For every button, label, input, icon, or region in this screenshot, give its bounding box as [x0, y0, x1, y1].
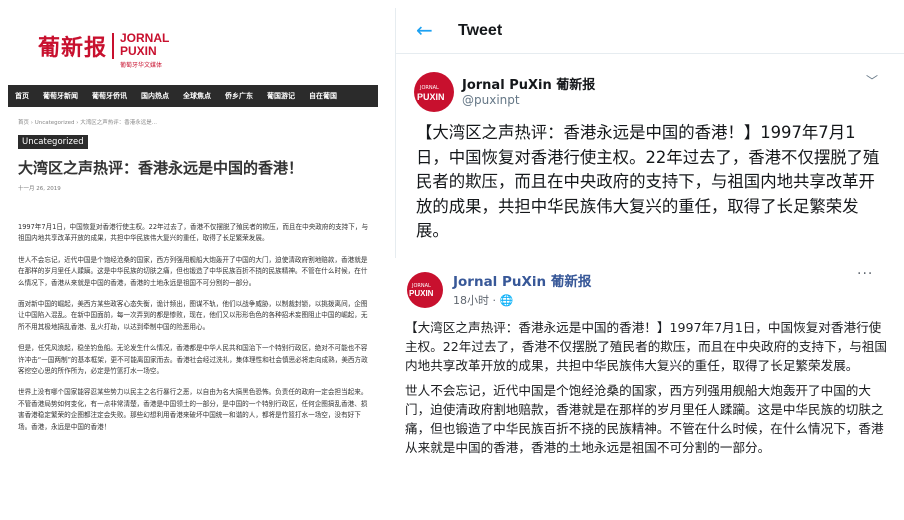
post-paragraph: 世人不会忘记，近代中国是个饱经沧桑的国家，西方列强用舰船大炮轰开了中国的大门，迫… [405, 383, 884, 455]
facebook-page-name[interactable]: Jornal PuXin 葡新报 [453, 270, 591, 290]
article-title: 大湾区之声热评：香港永远是中国的香港！ [18, 159, 304, 177]
tweet-avatar[interactable]: JORNAL PUXIN [414, 72, 454, 112]
chevron-down-icon[interactable]: ﹀ [866, 72, 878, 89]
article-paragraph: 面对新中国的崛起，美西方某些政客心态失衡，诡计频出，图谋不轨，他们以战争威胁，以… [18, 300, 368, 331]
nav-portugal-news[interactable]: 葡萄牙新闻 [36, 85, 85, 107]
nav-home[interactable]: 首页 [8, 85, 36, 107]
nav-overseas-news[interactable]: 葡萄牙侨讯 [85, 85, 134, 107]
site-navbar: 首页 葡萄牙新闻 葡萄牙侨讯 国内热点 全球焦点 侨乡广东 葡国游记 自在葡国 [8, 85, 378, 107]
site-logo[interactable]: 葡新报 JORNAL PUXIN 葡萄牙华文媒体 [38, 30, 198, 74]
tweet-account-name[interactable]: Jornal PuXin 葡新报 [462, 74, 595, 93]
back-arrow-icon[interactable]: ← [416, 18, 433, 42]
logo-en-line2: PUXIN [120, 44, 157, 58]
nav-global[interactable]: 全球焦点 [176, 85, 218, 107]
more-options-icon[interactable]: ··· [857, 266, 873, 282]
article-paragraph: 但是，任凭风浪起，稳坐钓鱼船。无论发生什么情况，香港都是中华人民共和国治下一个特… [18, 344, 368, 376]
tweet-panel: ← Tweet JORNAL PUXIN Jornal PuXin 葡新报 @p… [395, 8, 904, 258]
facebook-post-panel: JORNAL PUXIN Jornal PuXin 葡新报 18小时 · 🌐 ·… [395, 262, 903, 520]
article-paragraph: 1997年7月1日，中国恢复对香港行使主权。22年过去了，香港不仅摆脱了殖民者的… [18, 223, 369, 243]
tweet-header-title: Tweet [458, 22, 503, 39]
facebook-avatar[interactable]: JORNAL PUXIN [407, 272, 443, 308]
nav-travel[interactable]: 葡国游记 [260, 85, 302, 107]
facebook-post-text: 【大湾区之声热评：香港永远是中国的香港！】1997年7月1日，中国恢复对香港行使… [405, 318, 891, 463]
news-website-panel: 葡新报 JORNAL PUXIN 葡萄牙华文媒体 首页 葡萄牙新闻 葡萄牙侨讯 … [0, 0, 380, 520]
tweet-text: 【大湾区之声热评：香港永远是中国的香港！】1997年7月1日，中国恢复对香港行使… [416, 123, 880, 240]
article-paragraph: 世界上没有哪个国家能容忍某些势力以民主之名行暴行之恶，以自由为名大搞黑色恐怖。负… [18, 388, 368, 431]
article-date: 十一月 26, 2019 [18, 186, 61, 192]
avatar-text-main: PUXIN [409, 289, 434, 298]
logo-subtitle: 葡萄牙华文媒体 [120, 62, 163, 69]
facebook-post-time[interactable]: 18小时 · 🌐 [453, 292, 513, 308]
avatar-text-top: JORNAL [420, 85, 439, 91]
nav-guangdong[interactable]: 侨乡广东 [218, 85, 260, 107]
tweet-header: ← Tweet [396, 8, 904, 54]
nav-domestic[interactable]: 国内热点 [134, 85, 176, 107]
logo-divider [112, 33, 114, 59]
article-paragraph: 世人不会忘记，近代中国是个饱经沧桑的国家，西方列强用舰船大炮轰开了中国的大门，迫… [18, 255, 368, 287]
category-tag[interactable]: Uncategorized [18, 135, 88, 149]
tweet-handle[interactable]: @puxinpt [462, 93, 520, 107]
post-paragraph: 【大湾区之声热评：香港永远是中国的香港！】1997年7月1日，中国恢复对香港行使… [405, 320, 887, 373]
logo-chinese: 葡新报 [38, 35, 108, 61]
avatar-text-main: PUXIN [417, 92, 445, 102]
logo-english: JORNAL PUXIN [120, 32, 190, 58]
nav-portugal-life[interactable]: 自在葡国 [302, 85, 344, 107]
breadcrumb[interactable]: 首页 › Uncategorized › 大湾区之声热评：香港永远是... [18, 118, 157, 126]
article-body: 1997年7月1日，中国恢复对香港行使主权。22年过去了，香港不仅摆脱了殖民者的… [18, 222, 370, 443]
